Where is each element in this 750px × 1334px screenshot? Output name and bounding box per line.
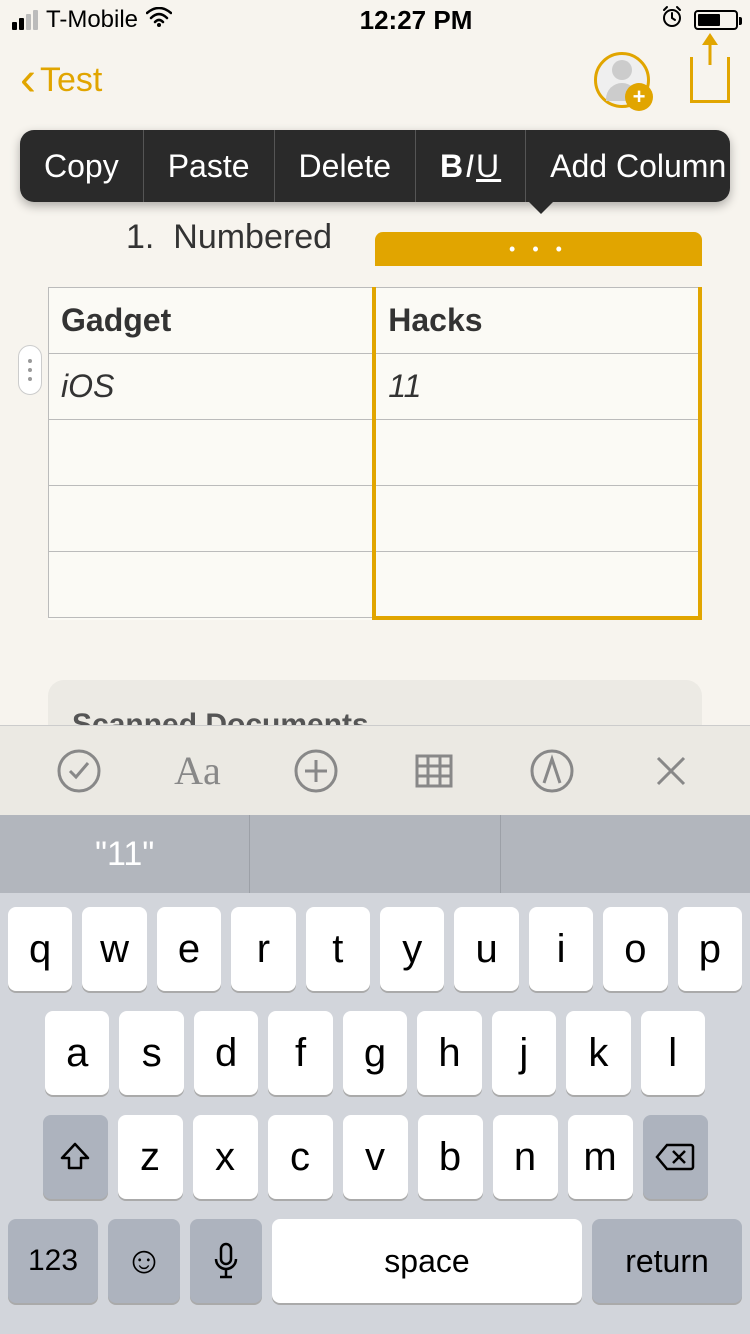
share-button[interactable] <box>690 57 730 103</box>
context-format[interactable]: BIU <box>416 130 526 202</box>
table-button[interactable] <box>404 741 464 801</box>
key-s[interactable]: s <box>119 1011 183 1095</box>
space-key[interactable]: space <box>272 1219 582 1303</box>
key-m[interactable]: m <box>568 1115 633 1199</box>
close-button[interactable] <box>641 741 701 801</box>
table-cell[interactable] <box>374 420 700 486</box>
battery-icon <box>694 10 738 30</box>
keyboard: qwertyuiop asdfghjkl zxcvbnm 123 ☺ space… <box>0 893 750 1334</box>
return-key[interactable]: return <box>592 1219 742 1303</box>
plus-badge-icon: + <box>625 83 653 111</box>
suggestion-item[interactable]: "11" <box>0 815 250 893</box>
carrier-label: T-Mobile <box>46 6 138 34</box>
draw-button[interactable] <box>522 741 582 801</box>
context-menu: Copy Paste Delete BIU Add Column <box>20 130 730 202</box>
key-k[interactable]: k <box>566 1011 630 1095</box>
table-header-cell[interactable]: Gadget <box>49 288 375 354</box>
key-a[interactable]: a <box>45 1011 109 1095</box>
key-c[interactable]: c <box>268 1115 333 1199</box>
table-cell[interactable] <box>374 552 700 618</box>
back-label: Test <box>40 61 102 100</box>
note-table[interactable]: Gadget Hacks iOS 11 <box>48 287 702 620</box>
column-handle[interactable]: • • • <box>375 232 702 266</box>
key-o[interactable]: o <box>603 907 667 991</box>
key-f[interactable]: f <box>268 1011 332 1095</box>
table-cell[interactable]: 11 <box>374 354 700 420</box>
table-cell[interactable] <box>49 486 375 552</box>
suggestion-bar: "11" <box>0 815 750 893</box>
chevron-left-icon: ‹ <box>20 56 36 104</box>
key-d[interactable]: d <box>194 1011 258 1095</box>
wifi-icon <box>146 7 172 33</box>
emoji-key[interactable]: ☺ <box>108 1219 180 1303</box>
signal-icon <box>12 10 38 30</box>
menu-arrow-icon <box>527 200 555 214</box>
key-e[interactable]: e <box>157 907 221 991</box>
numbers-key[interactable]: 123 <box>8 1219 98 1303</box>
status-time: 12:27 PM <box>360 5 473 36</box>
checklist-button[interactable] <box>49 741 109 801</box>
key-g[interactable]: g <box>343 1011 407 1095</box>
table-cell[interactable] <box>49 420 375 486</box>
context-add-column[interactable]: Add Column <box>526 130 750 202</box>
key-n[interactable]: n <box>493 1115 558 1199</box>
backspace-key[interactable] <box>643 1115 708 1199</box>
key-i[interactable]: i <box>529 907 593 991</box>
suggestion-item[interactable] <box>250 815 500 893</box>
key-v[interactable]: v <box>343 1115 408 1199</box>
key-j[interactable]: j <box>492 1011 556 1095</box>
row-handle[interactable] <box>18 345 42 395</box>
key-t[interactable]: t <box>306 907 370 991</box>
alarm-icon <box>660 5 684 36</box>
key-l[interactable]: l <box>641 1011 705 1095</box>
format-toolbar: Aa <box>0 725 750 815</box>
table-header-cell[interactable]: Hacks <box>374 288 700 354</box>
suggestion-item[interactable] <box>501 815 750 893</box>
add-button[interactable] <box>286 741 346 801</box>
table-cell[interactable] <box>49 552 375 618</box>
key-q[interactable]: q <box>8 907 72 991</box>
dictation-key[interactable] <box>190 1219 262 1303</box>
key-r[interactable]: r <box>231 907 295 991</box>
key-z[interactable]: z <box>118 1115 183 1199</box>
context-paste[interactable]: Paste <box>144 130 275 202</box>
key-h[interactable]: h <box>417 1011 481 1095</box>
add-person-button[interactable]: + <box>594 52 650 108</box>
table-cell[interactable]: iOS <box>49 354 375 420</box>
context-delete[interactable]: Delete <box>275 130 417 202</box>
status-bar: T-Mobile 12:27 PM <box>0 0 750 40</box>
key-x[interactable]: x <box>193 1115 258 1199</box>
key-p[interactable]: p <box>678 907 742 991</box>
nav-bar: ‹ Test + <box>0 40 750 120</box>
back-button[interactable]: ‹ Test <box>20 56 102 104</box>
key-u[interactable]: u <box>454 907 518 991</box>
key-w[interactable]: w <box>82 907 146 991</box>
context-copy[interactable]: Copy <box>20 130 144 202</box>
shift-key[interactable] <box>43 1115 108 1199</box>
text-style-button[interactable]: Aa <box>167 741 227 801</box>
table-cell[interactable] <box>374 486 700 552</box>
key-b[interactable]: b <box>418 1115 483 1199</box>
key-y[interactable]: y <box>380 907 444 991</box>
